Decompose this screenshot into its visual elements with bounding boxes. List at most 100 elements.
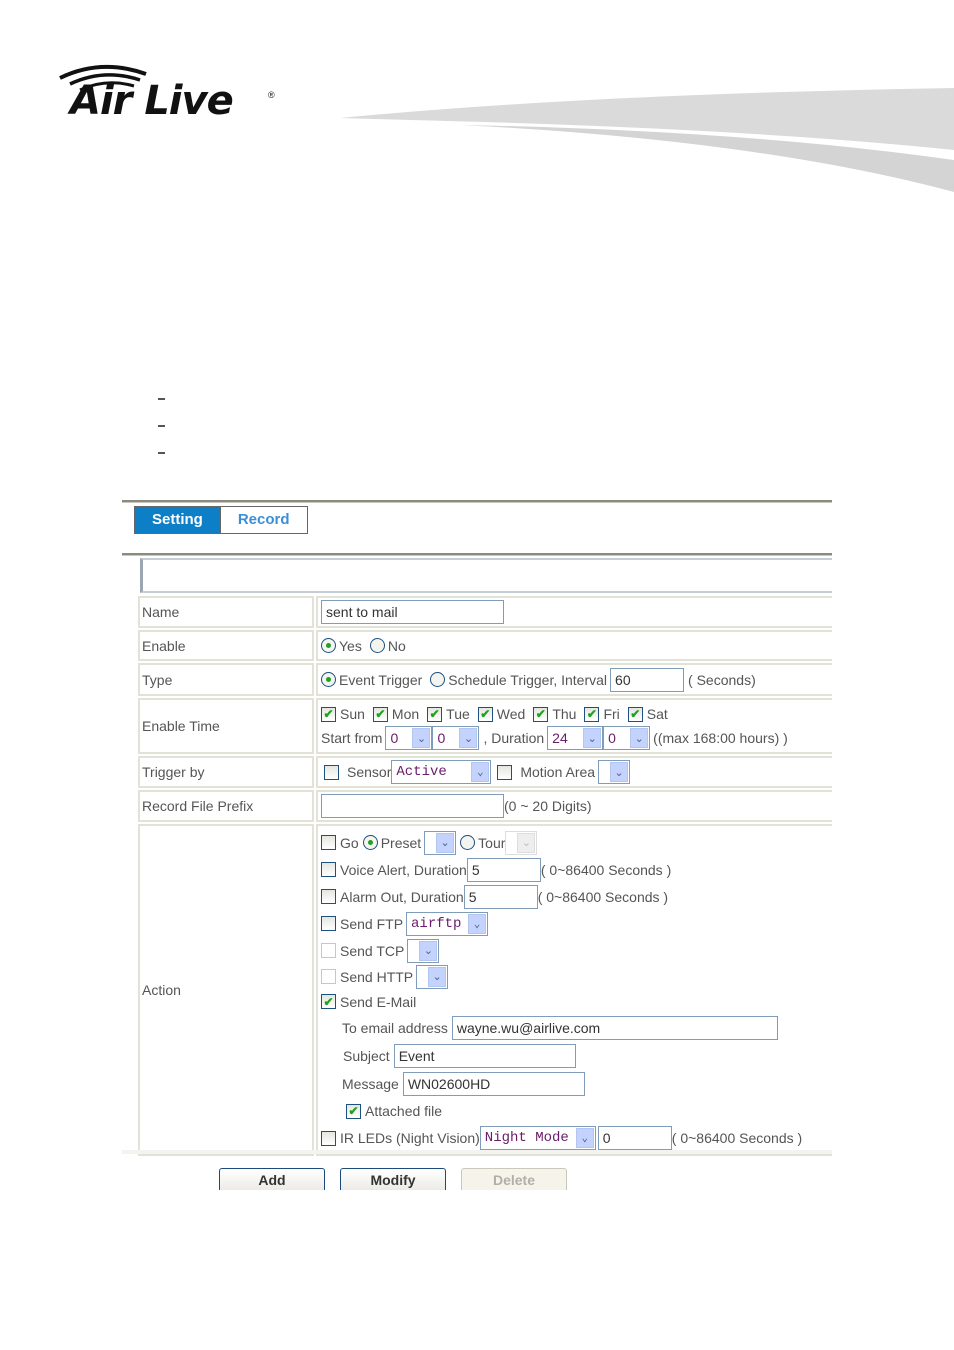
- day-mon-checkbox[interactable]: ✔: [372, 706, 388, 722]
- day-tue-checkbox[interactable]: ✔: [427, 706, 443, 722]
- chevron-down-icon: ⌄: [459, 728, 478, 748]
- start-minute-select[interactable]: 0 ⌄: [432, 726, 480, 750]
- start-minute-value: 0: [437, 730, 446, 746]
- sensor-label: Sensor: [347, 764, 392, 780]
- sensor-checkbox[interactable]: [324, 764, 339, 780]
- day-sun-label: Sun: [340, 706, 365, 722]
- checkmark-icon: ✔: [535, 707, 546, 721]
- voice-alert-note: ( 0~86400 Seconds ): [540, 861, 672, 878]
- enable-no-label: No: [387, 637, 406, 654]
- tab-record[interactable]: Record: [220, 507, 307, 533]
- label-trigger-by: Trigger by: [138, 756, 314, 788]
- tour-select[interactable]: ⌄: [505, 830, 538, 855]
- airlive-logo: Air Live ®: [56, 60, 286, 130]
- name-input[interactable]: [321, 600, 504, 624]
- ir-leds-checkbox[interactable]: [321, 1130, 336, 1146]
- alarm-out-checkbox[interactable]: [321, 889, 336, 904]
- chevron-down-icon: ⌄: [610, 762, 629, 782]
- send-tcp-checkbox[interactable]: [321, 943, 336, 958]
- ir-mode-select[interactable]: Night Mode ⌄: [479, 1126, 596, 1150]
- ftp-server-value: airftp: [411, 915, 462, 932]
- bullet-dash: [158, 425, 165, 427]
- voice-alert-duration-input[interactable]: [466, 857, 541, 882]
- chevron-down-icon: ⌄: [468, 913, 487, 934]
- event-settings-panel: Setting Record Name Enable Yes No: [122, 500, 832, 1200]
- ftp-server-select[interactable]: airftp ⌄: [406, 911, 489, 936]
- to-email-input[interactable]: [451, 1016, 778, 1040]
- start-hour-value: 0: [390, 730, 399, 746]
- chevron-down-icon: ⌄: [583, 728, 602, 748]
- send-email-checkbox[interactable]: ✔: [321, 994, 336, 1009]
- duration-hour-value: 24: [552, 730, 568, 746]
- duration-minute-select[interactable]: 0 ⌄: [603, 726, 651, 750]
- chevron-down-icon: ⌄: [517, 832, 536, 853]
- checkmark-icon: ✔: [429, 707, 440, 721]
- label-name: Name: [138, 596, 314, 628]
- label-enable-time: Enable Time: [138, 698, 314, 754]
- chevron-down-icon: ⌄: [575, 1128, 594, 1148]
- modify-button[interactable]: Modify: [340, 1168, 446, 1190]
- row-enable: Enable Yes No: [138, 630, 832, 661]
- voice-alert-checkbox[interactable]: [321, 862, 336, 877]
- bullet-dash: [158, 398, 165, 400]
- day-fri-checkbox[interactable]: ✔: [584, 706, 600, 722]
- day-sat-checkbox[interactable]: ✔: [627, 706, 643, 722]
- value-record-prefix: (0 ~ 20 Digits): [316, 790, 832, 822]
- row-trigger-by: Trigger by Sensor Active ⌄ Motion Area ⌄: [138, 756, 832, 788]
- day-sun-checkbox[interactable]: ✔: [321, 706, 336, 722]
- delete-button[interactable]: Delete: [461, 1168, 567, 1190]
- enable-no-radio[interactable]: [369, 638, 385, 653]
- go-label: Go: [340, 834, 359, 851]
- day-thu-checkbox[interactable]: ✔: [533, 706, 549, 722]
- attached-file-checkbox[interactable]: ✔: [346, 1103, 361, 1119]
- checkmark-icon: ✔: [630, 707, 641, 721]
- record-prefix-input[interactable]: [321, 794, 504, 818]
- tab-divider: [122, 553, 832, 556]
- start-duration-line: Start from 0 ⌄ 0 ⌄ , Duration 24 ⌄ 0 ⌄ ((max…: [321, 726, 829, 750]
- schedule-trigger-radio[interactable]: [430, 672, 446, 687]
- tour-radio[interactable]: [460, 835, 476, 850]
- checkmark-icon: ✔: [323, 707, 334, 721]
- send-ftp-checkbox[interactable]: [321, 916, 336, 931]
- duration-hour-select[interactable]: 24 ⌄: [547, 726, 604, 750]
- enable-yes-radio[interactable]: [321, 638, 336, 653]
- settings-table: Name Enable Yes No Type: [138, 596, 832, 1158]
- value-name: [316, 596, 832, 628]
- row-enable-time: Enable Time ✔ Sun ✔ Mon ✔ Tue ✔ Wed ✔ Th…: [138, 698, 832, 754]
- scroll-fade: [122, 1150, 832, 1154]
- sensor-select[interactable]: Active ⌄: [391, 760, 492, 784]
- motion-area-select[interactable]: ⌄: [598, 760, 631, 784]
- send-http-checkbox[interactable]: [321, 969, 336, 984]
- preset-radio[interactable]: [362, 835, 378, 850]
- schedule-trigger-label: Schedule Trigger, Interval: [448, 671, 608, 688]
- preset-select[interactable]: ⌄: [424, 830, 457, 855]
- go-checkbox[interactable]: [321, 835, 336, 850]
- day-thu-label: Thu: [552, 706, 577, 722]
- row-name: Name: [138, 596, 832, 628]
- motion-area-checkbox[interactable]: [497, 764, 513, 780]
- ir-leds-label: IR LEDs (Night Vision): [340, 1130, 480, 1146]
- tcp-server-select[interactable]: ⌄: [407, 938, 440, 963]
- alarm-out-duration-input[interactable]: [463, 884, 538, 909]
- alarm-out-label: Alarm Out, Duration: [340, 888, 464, 905]
- tab-setting[interactable]: Setting: [135, 507, 221, 533]
- row-action: Action Go Preset ⌄ Tour ⌄ Voice Alert, D…: [138, 824, 832, 1156]
- subject-input[interactable]: [393, 1044, 576, 1068]
- message-input[interactable]: [402, 1072, 585, 1096]
- interval-input[interactable]: [610, 667, 685, 692]
- http-server-select[interactable]: ⌄: [416, 964, 449, 989]
- row-type: Type Event Trigger Schedule Trigger, Int…: [138, 663, 832, 696]
- brand-name: Air Live: [70, 78, 234, 124]
- row-record-prefix: Record File Prefix (0 ~ 20 Digits): [138, 790, 832, 822]
- send-ftp-label: Send FTP: [340, 915, 404, 932]
- add-button[interactable]: Add: [219, 1168, 325, 1190]
- day-wed-checkbox[interactable]: ✔: [477, 706, 493, 722]
- start-hour-select[interactable]: 0 ⌄: [385, 726, 433, 750]
- start-from-label: Start from: [321, 730, 383, 746]
- ir-duration-input[interactable]: [597, 1126, 672, 1150]
- header-swoosh-graphic: [340, 88, 954, 192]
- label-type: Type: [138, 663, 314, 696]
- value-action: Go Preset ⌄ Tour ⌄ Voice Alert, Duration…: [316, 824, 832, 1156]
- event-trigger-radio[interactable]: [321, 672, 336, 687]
- day-mon-label: Mon: [391, 706, 420, 722]
